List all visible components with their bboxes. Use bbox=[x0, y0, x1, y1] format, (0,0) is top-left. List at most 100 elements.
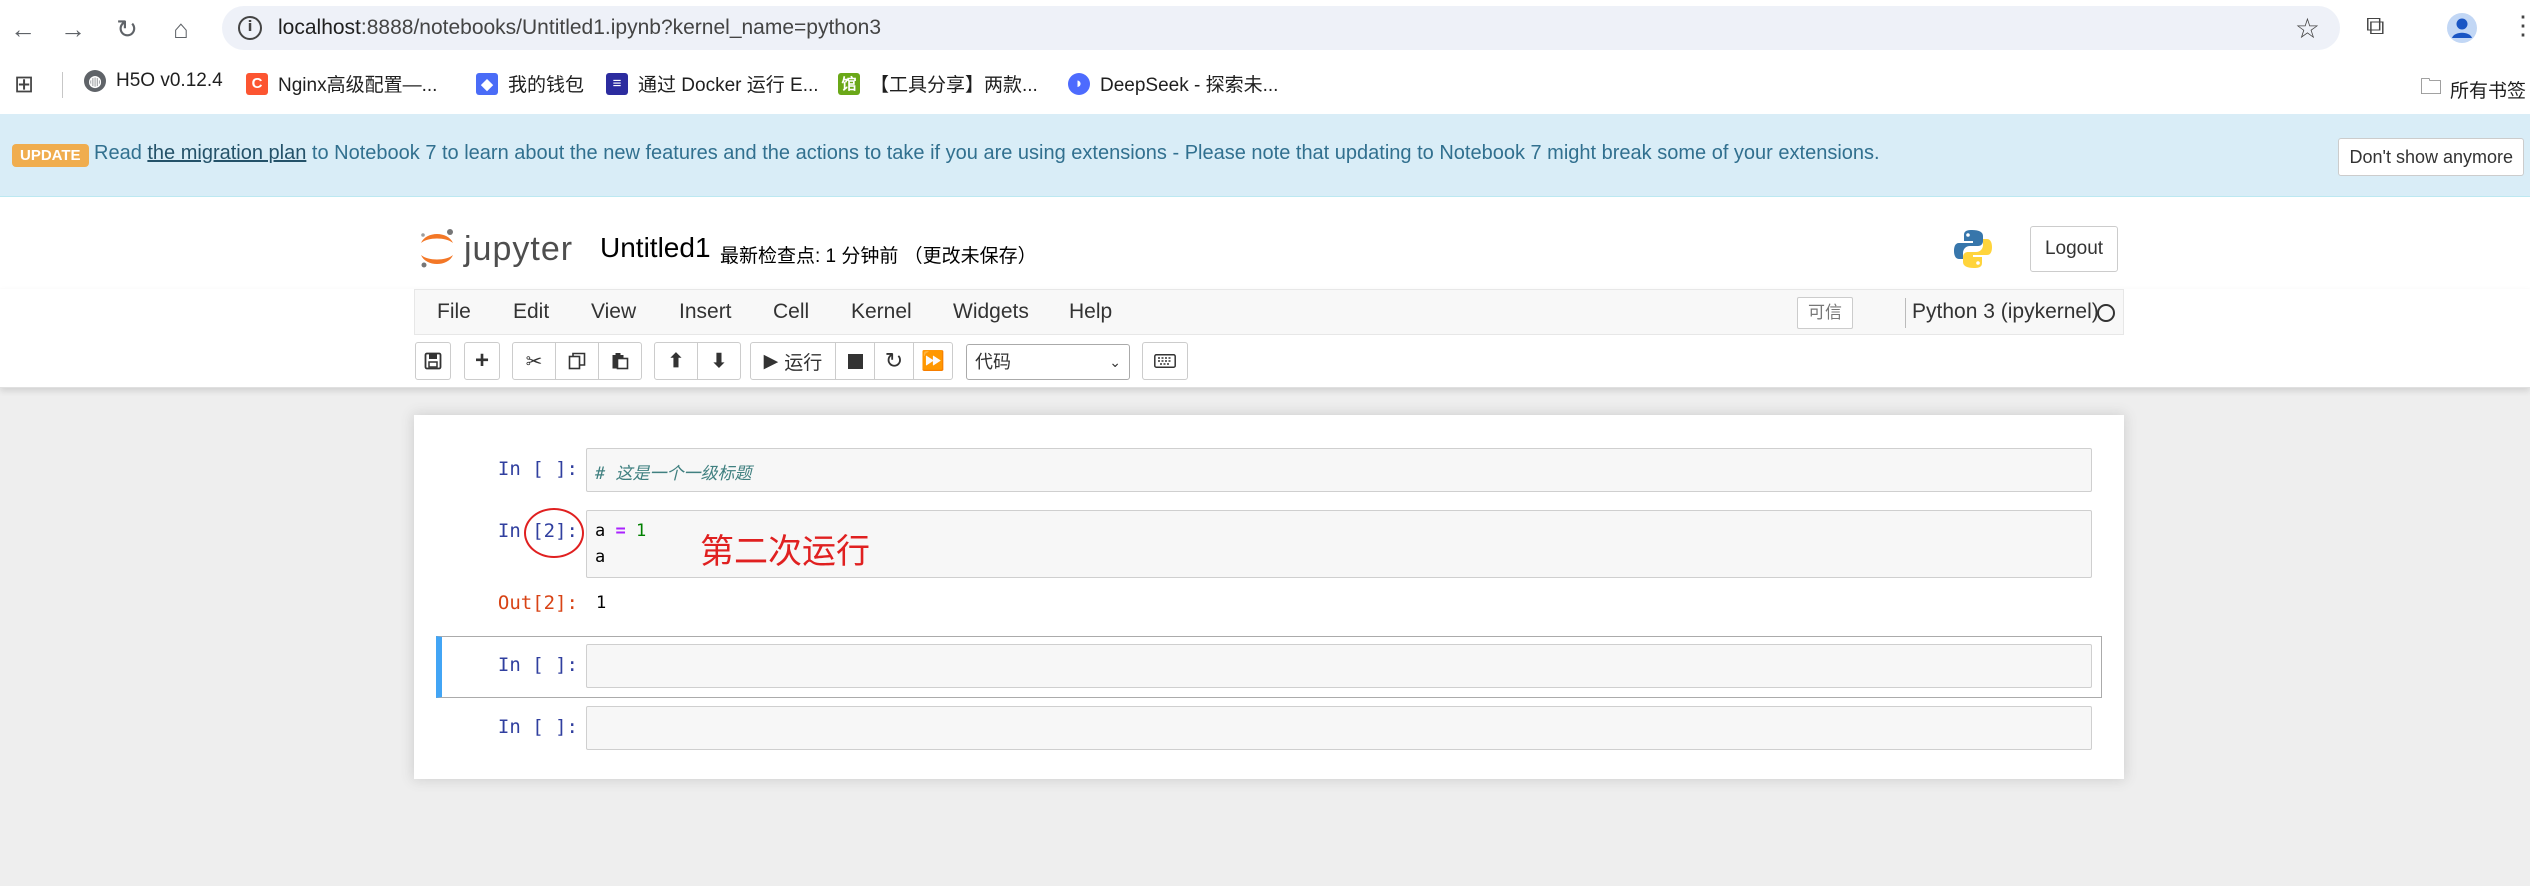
bookmark-label: Nginx高级配置—... bbox=[278, 75, 438, 96]
site-info-icon[interactable]: i bbox=[238, 16, 262, 40]
checkpoint-status: 最新检查点: 1 分钟前 （更改未保存） bbox=[720, 246, 1037, 267]
move-down-button[interactable]: ⬇ bbox=[697, 342, 741, 380]
plus-icon: + bbox=[474, 347, 489, 374]
code-line: a bbox=[595, 547, 606, 567]
bookmark-label: 我的钱包 bbox=[508, 75, 585, 96]
cell-output: 1 bbox=[596, 593, 607, 613]
globe-icon: ◍ bbox=[84, 70, 106, 92]
browser-toolbar: ← → ↻ ⌂ i localhost:8888/notebooks/Untit… bbox=[0, 0, 2530, 56]
jupyter-logo-icon bbox=[421, 229, 453, 268]
menu-file[interactable]: File bbox=[437, 300, 471, 324]
cut-button[interactable]: ✂ bbox=[512, 342, 556, 380]
copy-icon bbox=[568, 352, 586, 370]
bookmark-item[interactable]: C Nginx高级配置—... bbox=[246, 70, 437, 97]
kernel-idle-indicator-icon bbox=[2097, 304, 2115, 322]
trusted-indicator[interactable]: 可信 bbox=[1797, 297, 1853, 329]
logout-button[interactable]: Logout bbox=[2030, 226, 2118, 272]
bookmark-label: 通过 Docker 运行 E... bbox=[638, 75, 819, 96]
output-prompt: Out[2]: bbox=[497, 592, 578, 614]
cell-type-select[interactable]: 代码 ⌄ bbox=[966, 344, 1130, 380]
chevron-down-icon: ⌄ bbox=[1109, 354, 1121, 370]
cell-type-value: 代码 bbox=[975, 352, 1011, 372]
menu-edit[interactable]: Edit bbox=[513, 300, 549, 324]
menu-view[interactable]: View bbox=[591, 300, 636, 324]
code-line: a = 1 bbox=[595, 521, 647, 541]
annotation-circle bbox=[524, 508, 584, 558]
paste-button[interactable] bbox=[598, 342, 642, 380]
arrow-up-icon: ⬆ bbox=[668, 350, 684, 372]
kernel-name[interactable]: Python 3 (ipykernel) bbox=[1912, 300, 2099, 324]
fast-forward-icon: ⏩ bbox=[921, 351, 945, 372]
bookmarks-divider bbox=[62, 72, 63, 98]
code-cell-input[interactable]: # 这是一个一级标题 bbox=[586, 448, 2092, 492]
wallet-icon: ◆ bbox=[476, 72, 498, 95]
play-icon: ▶ bbox=[763, 350, 779, 372]
stop-icon bbox=[847, 353, 863, 369]
bookmarks-bar: ⊞ ◍ H5O v0.12.4 C Nginx高级配置—... ◆ 我的钱包 ≡… bbox=[0, 56, 2530, 115]
menu-kernel[interactable]: Kernel bbox=[851, 300, 912, 324]
menu-kebab-icon[interactable]: ⋮ bbox=[2510, 10, 2530, 41]
scissors-icon: ✂ bbox=[525, 350, 543, 373]
home-icon[interactable]: ⌂ bbox=[166, 14, 196, 44]
restart-icon: ↻ bbox=[884, 348, 904, 373]
banner-text-post: to Notebook 7 to learn about the new fea… bbox=[306, 142, 1880, 164]
banner-message: Read the migration plan to Notebook 7 to… bbox=[94, 142, 1880, 165]
notebook-name[interactable]: Untitled1 bbox=[600, 232, 711, 264]
run-button[interactable]: ▶ 运行 bbox=[750, 342, 836, 380]
back-icon[interactable]: ← bbox=[8, 14, 38, 44]
move-up-button[interactable]: ⬆ bbox=[654, 342, 698, 380]
bookmark-label: 【工具分享】两款... bbox=[870, 75, 1038, 96]
bookmark-item[interactable]: ≡ 通过 Docker 运行 E... bbox=[606, 70, 819, 97]
extensions-icon[interactable]: ⧉ bbox=[2366, 10, 2385, 42]
menu-cell[interactable]: Cell bbox=[773, 300, 809, 324]
reload-icon[interactable]: ↻ bbox=[112, 14, 142, 44]
arrow-down-icon: ⬇ bbox=[711, 350, 727, 372]
url-path: :8888/notebooks/Untitled1.ipynb?kernel_n… bbox=[360, 16, 882, 39]
banner-text-pre: Read bbox=[94, 142, 148, 164]
update-badge: UPDATE bbox=[12, 144, 89, 167]
keyboard-icon bbox=[1154, 354, 1176, 368]
bookmark-item[interactable]: ◍ H5O v0.12.4 bbox=[84, 70, 223, 92]
url-text[interactable]: localhost:8888/notebooks/Untitled1.ipynb… bbox=[278, 16, 881, 40]
python-logo-icon bbox=[1954, 230, 1992, 268]
folder-icon: 🗀 bbox=[2420, 74, 2443, 99]
insert-cell-button[interactable]: + bbox=[464, 342, 500, 380]
kernel-divider bbox=[1905, 298, 1906, 328]
input-prompt: In [ ]: bbox=[497, 716, 578, 738]
annotation-label: 第二次运行 bbox=[700, 533, 870, 571]
profile-avatar-icon[interactable] bbox=[2446, 12, 2478, 51]
jupyter-logo[interactable]: jupyter bbox=[418, 227, 573, 271]
menu-insert[interactable]: Insert bbox=[679, 300, 732, 324]
restart-run-all-button[interactable]: ⏩ bbox=[913, 342, 953, 380]
bookmark-item[interactable]: ◆ 我的钱包 bbox=[476, 70, 584, 97]
restart-button[interactable]: ↻ bbox=[874, 342, 914, 380]
code-cell-input[interactable] bbox=[586, 706, 2092, 750]
menu-bar: File Edit View Insert Cell Kernel Widget… bbox=[414, 289, 2124, 335]
menu-widgets[interactable]: Widgets bbox=[953, 300, 1029, 324]
doc-icon: ≡ bbox=[606, 72, 628, 95]
menu-help[interactable]: Help bbox=[1069, 300, 1112, 324]
apps-grid-icon[interactable]: ⊞ bbox=[14, 70, 34, 99]
interrupt-button[interactable] bbox=[835, 342, 875, 380]
input-prompt: In [ ]: bbox=[497, 654, 578, 676]
url-host: localhost bbox=[278, 16, 361, 39]
jupyter-logo-text: jupyter bbox=[464, 229, 574, 268]
copy-button[interactable] bbox=[555, 342, 599, 380]
update-banner: UPDATE Read the migration plan to Notebo… bbox=[0, 114, 2530, 197]
command-palette-button[interactable] bbox=[1142, 342, 1188, 380]
address-bar[interactable]: i localhost:8888/notebooks/Untitled1.ipy… bbox=[222, 6, 2340, 50]
forward-icon[interactable]: → bbox=[58, 14, 88, 44]
migration-plan-link[interactable]: the migration plan bbox=[147, 142, 306, 164]
save-button[interactable] bbox=[415, 342, 451, 380]
deepseek-icon: ◗ bbox=[1068, 72, 1090, 95]
code-cell-input[interactable] bbox=[586, 644, 2092, 688]
jupyter-header: jupyter Untitled1 最新检查点: 1 分钟前 （更改未保存） L… bbox=[0, 197, 2530, 289]
bookmark-item[interactable]: 馆 【工具分享】两款... bbox=[838, 70, 1038, 97]
bookmark-label: H5O v0.12.4 bbox=[116, 70, 223, 91]
bookmark-item[interactable]: ◗ DeepSeek - 探索未... bbox=[1068, 70, 1278, 97]
bookmark-star-icon[interactable]: ☆ bbox=[2295, 12, 2320, 45]
dont-show-anymore-button[interactable]: Don't show anymore bbox=[2338, 138, 2524, 176]
all-bookmarks[interactable]: 🗀 所有书签 bbox=[2420, 70, 2526, 108]
run-button-label: 运行 bbox=[784, 352, 823, 374]
save-icon bbox=[424, 352, 442, 370]
